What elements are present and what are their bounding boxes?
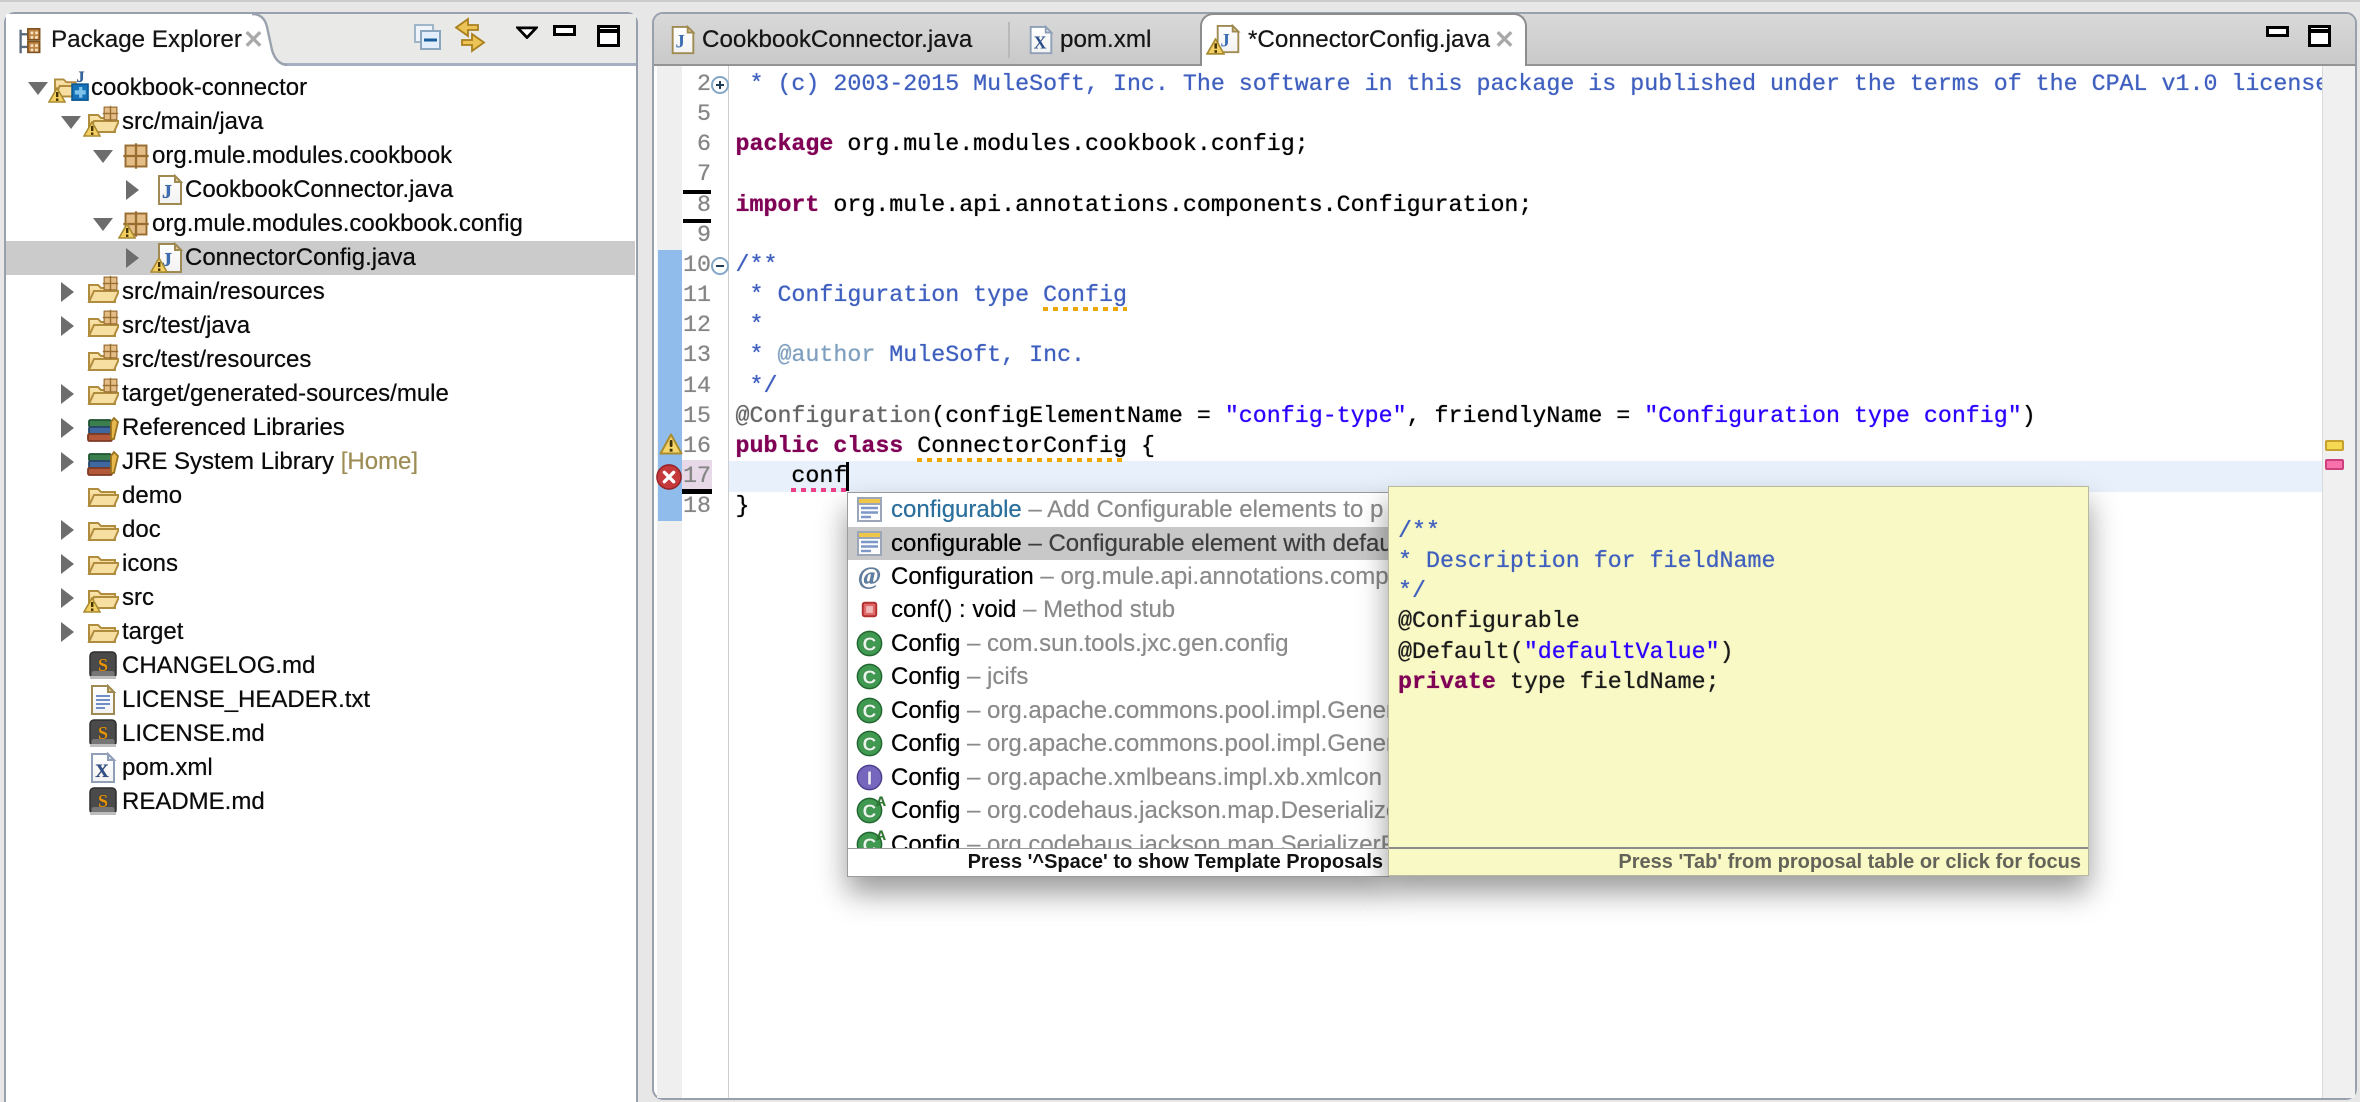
svg-text:A: A	[876, 794, 886, 808]
svg-text:A: A	[876, 828, 886, 842]
